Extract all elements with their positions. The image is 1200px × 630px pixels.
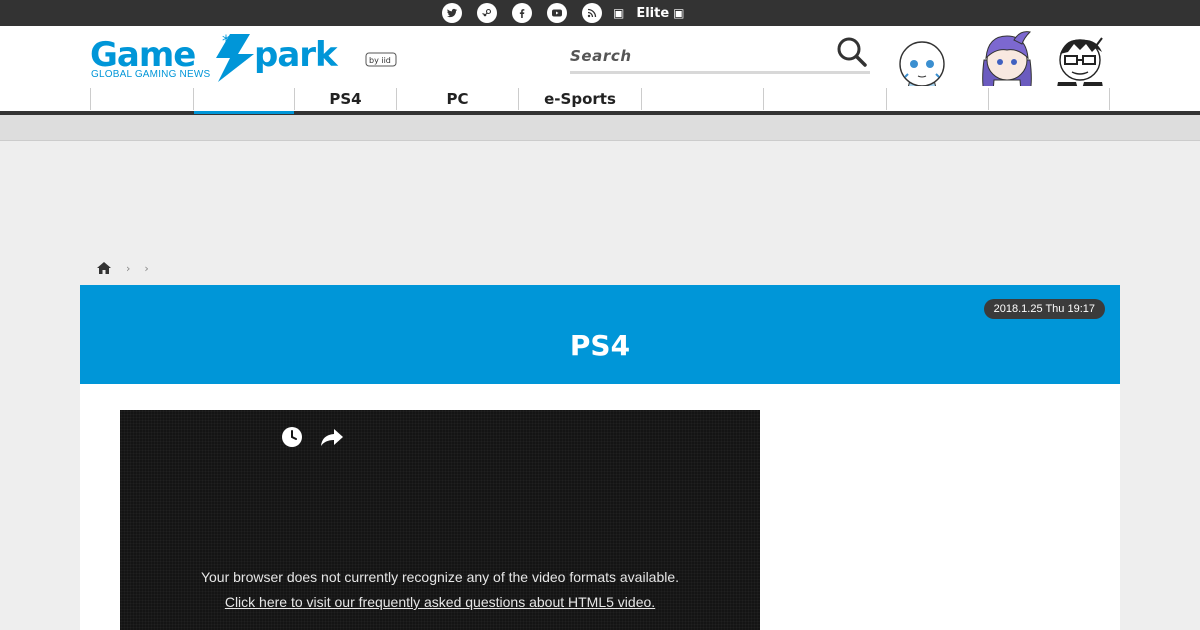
date-badge: 2018.1.25 Thu 19:17 [983,299,1105,319]
video-error-message: Your browser does not currently recogniz… [200,569,680,585]
article-header: 2018.1.25 Thu 19:17 PS4 [80,285,1120,384]
twitter-icon[interactable] [442,3,462,23]
login-icon[interactable]: ▣ [613,6,624,20]
page-title: PS4 [569,329,631,362]
top-bar: ▣ Elite ▣ [0,0,1200,26]
search-box [570,40,870,74]
social-links: ▣ Elite ▣ [442,3,685,23]
facebook-icon[interactable] [512,3,532,23]
main-nav: PS4 PC e-Sports [0,86,1200,115]
nav-item-pc[interactable]: PC [396,88,518,110]
share-icon[interactable] [320,426,344,448]
nav-item-9[interactable] [988,88,1109,110]
nav-item-ps4[interactable]: PS4 [294,88,396,110]
html5-faq-link[interactable]: Click here to visit our frequently asked… [120,594,760,610]
breadcrumb: › › [96,260,149,276]
svg-text:*: * [222,32,230,50]
home-icon[interactable] [96,260,112,276]
video-player[interactable]: Your browser does not currently recogniz… [120,410,760,630]
logo-byline: by iid [369,56,391,65]
elite-link[interactable]: Elite [636,6,669,21]
watch-later-icon[interactable] [281,426,303,448]
nav-item-8[interactable] [886,88,988,110]
elite-badge-icon: ▣ [673,6,685,20]
nav-item-7[interactable] [763,88,886,110]
svg-text:park: park [254,35,339,75]
nav-divider [1109,88,1110,110]
search-icon[interactable] [836,36,868,68]
search-input[interactable] [570,44,820,68]
article-body: Your browser does not currently recogniz… [80,384,1120,630]
logo-subtitle: GLOBAL GAMING NEWS [91,69,211,80]
nav-item-esports[interactable]: e-Sports [518,88,641,110]
sub-bar [0,115,1200,141]
breadcrumb-separator: › [144,261,149,275]
breadcrumb-separator: › [126,261,131,275]
nav-item-6[interactable] [641,88,763,110]
steam-icon[interactable] [477,3,497,23]
nav-item-1[interactable] [90,88,193,110]
nav-item-2[interactable] [193,88,294,114]
rss-icon[interactable] [582,3,602,23]
youtube-icon[interactable] [547,3,567,23]
